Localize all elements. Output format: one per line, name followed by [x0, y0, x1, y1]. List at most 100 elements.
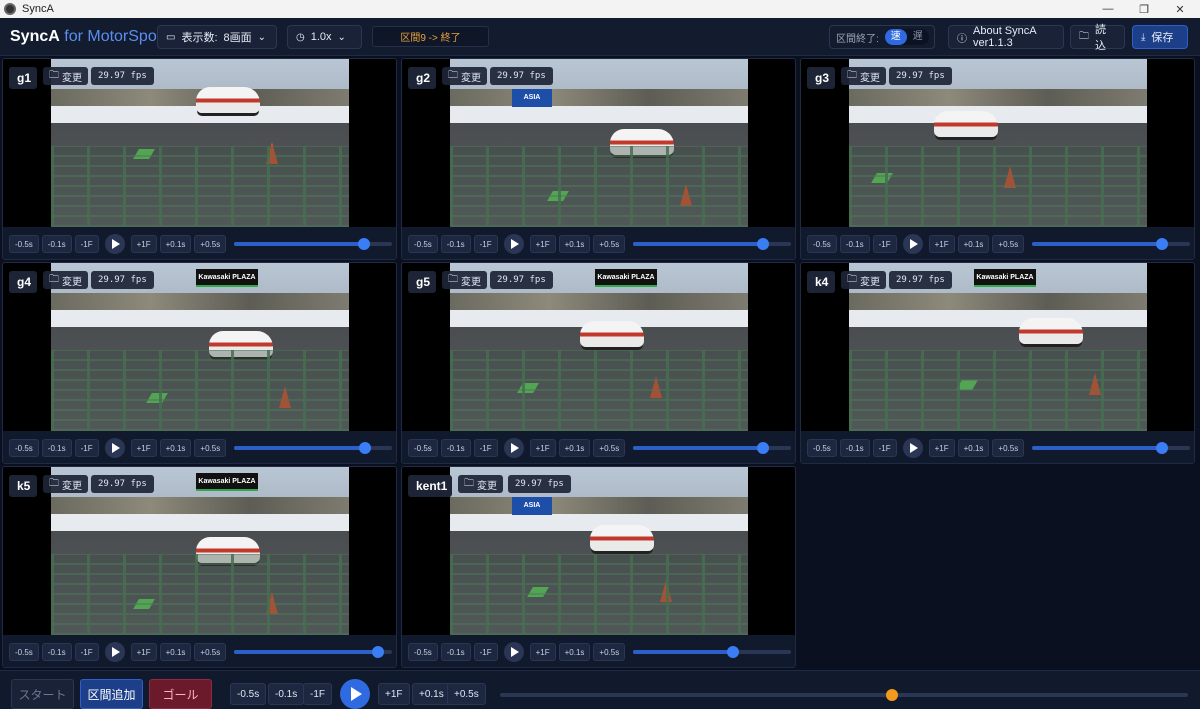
- plus-01s-button[interactable]: +0.1s: [957, 439, 990, 457]
- minimize-button[interactable]: —: [1090, 0, 1126, 18]
- plus-05s-button[interactable]: +0.5s: [593, 235, 626, 253]
- change-source-button[interactable]: 🗀 変更: [442, 271, 487, 289]
- camera-timeline-slider[interactable]: [633, 442, 791, 454]
- minus-01s-button[interactable]: -0.1s: [839, 235, 870, 253]
- minus-01s-button[interactable]: -0.1s: [41, 439, 72, 457]
- minus-05s-button[interactable]: -0.5s: [9, 439, 39, 457]
- minus-05s-button[interactable]: -0.5s: [408, 439, 438, 457]
- change-source-button[interactable]: 🗀 変更: [841, 271, 886, 289]
- camera-timeline-slider[interactable]: [234, 238, 392, 250]
- minus-05s-button[interactable]: -0.5s: [9, 235, 39, 253]
- play-button[interactable]: [104, 438, 125, 458]
- minus-01s-button[interactable]: -0.1s: [41, 235, 72, 253]
- minus-1f-button[interactable]: -1F: [74, 235, 99, 253]
- master-plus-01s-button[interactable]: +0.1s: [412, 683, 451, 705]
- plus-1f-button[interactable]: +1F: [130, 643, 157, 661]
- plus-01s-button[interactable]: +0.1s: [159, 643, 192, 661]
- master-plus-1f-button[interactable]: +1F: [378, 683, 410, 705]
- camera-timeline-slider[interactable]: [234, 646, 392, 658]
- change-source-button[interactable]: 🗀 変更: [442, 67, 487, 85]
- play-button[interactable]: [104, 642, 125, 662]
- master-minus-05s-button[interactable]: -0.5s: [230, 683, 267, 705]
- close-button[interactable]: ✕: [1162, 0, 1198, 18]
- speed-toggle[interactable]: 速 遅: [884, 29, 929, 45]
- minus-01s-button[interactable]: -0.1s: [440, 235, 471, 253]
- minus-01s-button[interactable]: -0.1s: [41, 643, 72, 661]
- minus-01s-button[interactable]: -0.1s: [839, 439, 870, 457]
- minus-05s-button[interactable]: -0.5s: [408, 643, 438, 661]
- minus-05s-button[interactable]: -0.5s: [408, 235, 438, 253]
- slider-knob[interactable]: [371, 646, 384, 658]
- play-button[interactable]: [503, 234, 524, 254]
- plus-1f-button[interactable]: +1F: [529, 643, 556, 661]
- plus-05s-button[interactable]: +0.5s: [593, 439, 626, 457]
- camera-timeline-slider[interactable]: [234, 442, 392, 454]
- slider-knob[interactable]: [756, 238, 769, 250]
- plus-01s-button[interactable]: +0.1s: [957, 235, 990, 253]
- slider-knob[interactable]: [359, 442, 372, 454]
- camera-timeline-slider[interactable]: [1032, 238, 1190, 250]
- change-source-button[interactable]: 🗀 変更: [43, 271, 88, 289]
- change-source-button[interactable]: 🗀 変更: [43, 475, 88, 493]
- plus-01s-button[interactable]: +0.1s: [159, 235, 192, 253]
- play-button[interactable]: [902, 234, 923, 254]
- plus-01s-button[interactable]: +0.1s: [558, 235, 591, 253]
- play-button[interactable]: [503, 642, 524, 662]
- minus-01s-button[interactable]: -0.1s: [440, 439, 471, 457]
- minus-1f-button[interactable]: -1F: [74, 643, 99, 661]
- play-button[interactable]: [104, 234, 125, 254]
- camera-timeline-slider[interactable]: [633, 646, 791, 658]
- maximize-button[interactable]: ❐: [1126, 0, 1162, 18]
- slider-knob[interactable]: [726, 646, 739, 658]
- plus-1f-button[interactable]: +1F: [130, 235, 157, 253]
- minus-05s-button[interactable]: -0.5s: [9, 643, 39, 661]
- plus-1f-button[interactable]: +1F: [928, 235, 955, 253]
- minus-1f-button[interactable]: -1F: [872, 439, 897, 457]
- plus-1f-button[interactable]: +1F: [529, 439, 556, 457]
- save-button[interactable]: ⤓ 保存: [1132, 25, 1188, 49]
- plus-01s-button[interactable]: +0.1s: [558, 439, 591, 457]
- plus-01s-button[interactable]: +0.1s: [558, 643, 591, 661]
- speed-dropdown[interactable]: ◷ 1.0x ⌄: [287, 25, 362, 49]
- master-minus-01s-button[interactable]: -0.1s: [268, 683, 305, 705]
- plus-05s-button[interactable]: +0.5s: [992, 235, 1025, 253]
- change-source-button[interactable]: 🗀 変更: [43, 67, 88, 85]
- plus-05s-button[interactable]: +0.5s: [194, 439, 227, 457]
- display-count-dropdown[interactable]: ▭ 表示数: 8画面 ⌄: [157, 25, 277, 49]
- play-button[interactable]: [503, 438, 524, 458]
- toggle-fast[interactable]: 速: [884, 29, 907, 45]
- plus-05s-button[interactable]: +0.5s: [593, 643, 626, 661]
- minus-05s-button[interactable]: -0.5s: [807, 439, 837, 457]
- slider-knob[interactable]: [357, 238, 370, 250]
- change-source-button[interactable]: 🗀 変更: [458, 475, 503, 493]
- slider-knob[interactable]: [1155, 442, 1168, 454]
- master-play-button[interactable]: [340, 679, 370, 709]
- master-timeline-slider[interactable]: [500, 689, 1188, 701]
- load-button[interactable]: 🗀 読込: [1070, 24, 1125, 52]
- plus-1f-button[interactable]: +1F: [928, 439, 955, 457]
- plus-05s-button[interactable]: +0.5s: [194, 235, 227, 253]
- start-button[interactable]: スタート: [11, 679, 74, 709]
- minus-1f-button[interactable]: -1F: [872, 235, 897, 253]
- minus-1f-button[interactable]: -1F: [74, 439, 99, 457]
- toggle-slow[interactable]: 遅: [907, 29, 929, 45]
- goal-button[interactable]: ゴール: [149, 679, 212, 709]
- camera-timeline-slider[interactable]: [1032, 442, 1190, 454]
- plus-01s-button[interactable]: +0.1s: [159, 439, 192, 457]
- plus-1f-button[interactable]: +1F: [130, 439, 157, 457]
- minus-1f-button[interactable]: -1F: [473, 643, 498, 661]
- play-button[interactable]: [902, 438, 923, 458]
- about-button[interactable]: ⓘ About SyncA ver1.1.3: [948, 25, 1064, 49]
- master-plus-05s-button[interactable]: +0.5s: [447, 683, 486, 705]
- plus-1f-button[interactable]: +1F: [529, 235, 556, 253]
- add-section-button[interactable]: 区間追加: [80, 679, 143, 709]
- minus-05s-button[interactable]: -0.5s: [807, 235, 837, 253]
- change-source-button[interactable]: 🗀 変更: [841, 67, 886, 85]
- master-minus-1f-button[interactable]: -1F: [303, 683, 332, 705]
- plus-05s-button[interactable]: +0.5s: [992, 439, 1025, 457]
- master-timeline-knob[interactable]: [886, 689, 899, 701]
- minus-01s-button[interactable]: -0.1s: [440, 643, 471, 661]
- slider-knob[interactable]: [756, 442, 769, 454]
- slider-knob[interactable]: [1155, 238, 1168, 250]
- minus-1f-button[interactable]: -1F: [473, 439, 498, 457]
